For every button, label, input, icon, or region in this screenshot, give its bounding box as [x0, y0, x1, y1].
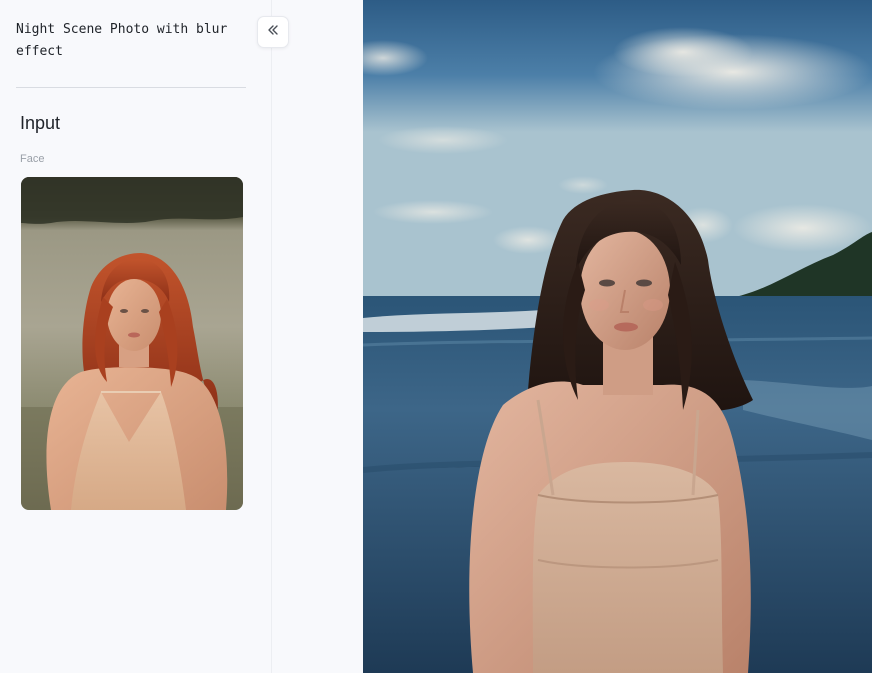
- output-photo-graphic: [363, 0, 872, 673]
- section-title-input: Input: [20, 113, 61, 133]
- output-image[interactable]: [363, 0, 872, 673]
- app-window: Night Scene Photo with blur effect Input…: [0, 0, 872, 673]
- sidebar-panel: Night Scene Photo with blur effect Input…: [0, 0, 272, 673]
- face-field-label: Face: [20, 153, 45, 165]
- collapse-sidebar-button[interactable]: [257, 16, 289, 48]
- workflow-title: Night Scene Photo with blur effect: [16, 22, 228, 59]
- divider: [16, 87, 246, 88]
- double-chevron-left-icon: [266, 23, 280, 42]
- face-photo-graphic: [21, 177, 243, 510]
- face-input-image[interactable]: [21, 177, 243, 510]
